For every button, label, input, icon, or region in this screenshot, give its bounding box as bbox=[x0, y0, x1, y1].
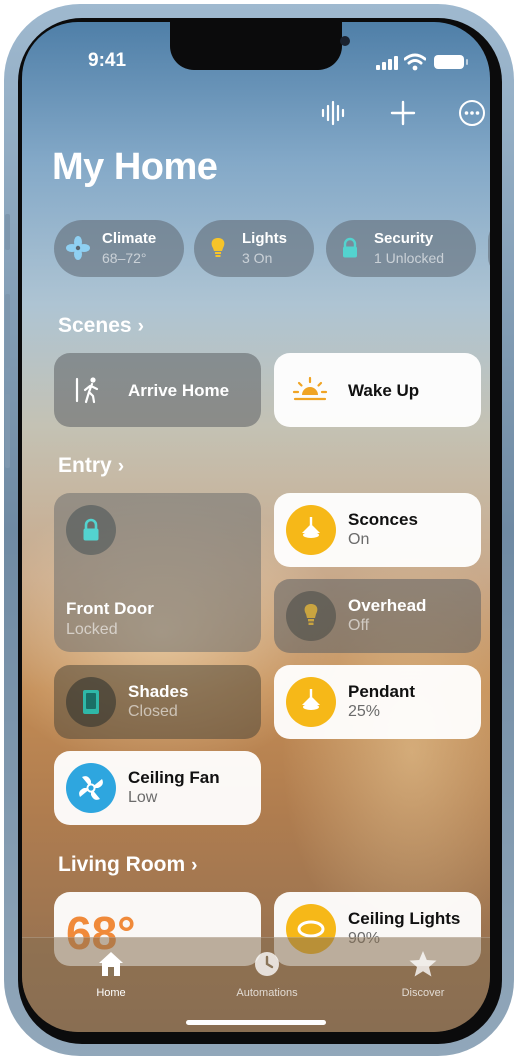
battery-icon bbox=[434, 55, 468, 69]
chevron-right-icon: › bbox=[191, 855, 198, 876]
lightbulb-icon bbox=[211, 238, 225, 257]
house-icon bbox=[99, 952, 123, 976]
scene-wake-up[interactable]: Wake Up bbox=[274, 353, 481, 427]
page-title: My Home bbox=[52, 146, 218, 188]
overhead-name: Overhead bbox=[348, 596, 427, 615]
chevron-right-icon: › bbox=[137, 316, 144, 337]
pill-lights[interactable]: Lights 3 On bbox=[194, 220, 314, 277]
ceiling-fan-status: Low bbox=[128, 789, 158, 806]
shades-icon-circle bbox=[66, 677, 116, 727]
accessory-front-door[interactable]: Front Door Locked bbox=[54, 493, 261, 652]
pendant-light-icon bbox=[302, 689, 320, 710]
fan-icon bbox=[79, 776, 103, 800]
ceiling-lights-name: Ceiling Lights bbox=[348, 909, 461, 928]
voice-intercom-icon[interactable] bbox=[317, 96, 351, 130]
notch bbox=[170, 22, 350, 70]
pendant-status: 25% bbox=[348, 703, 381, 720]
silent-switch bbox=[5, 214, 10, 250]
front-door-status: Locked bbox=[66, 621, 118, 638]
lock-icon bbox=[343, 237, 357, 258]
wifi-icon bbox=[404, 53, 426, 71]
pill-security-label: Security bbox=[374, 230, 434, 247]
tab-automations-label: Automations bbox=[236, 987, 298, 999]
ceiling-fan-name: Ceiling Fan bbox=[128, 768, 220, 787]
tab-automations[interactable]: Automations bbox=[212, 950, 322, 999]
sconces-name: Sconces bbox=[348, 510, 418, 529]
pill-lights-value: 3 On bbox=[242, 250, 273, 266]
walking-person-icon bbox=[75, 377, 99, 404]
pendant-icon-circle bbox=[286, 677, 336, 727]
home-indicator[interactable] bbox=[186, 1020, 326, 1025]
overhead-status: Off bbox=[348, 617, 370, 634]
pill-climate-label: Climate bbox=[102, 230, 157, 247]
shades-name: Shades bbox=[128, 682, 189, 701]
volume-down-button bbox=[5, 394, 10, 468]
tab-discover[interactable]: Discover bbox=[368, 950, 478, 999]
sconce-light-icon bbox=[302, 517, 320, 538]
screen: 9:41 My Home Climate 68–72° Lights 3 On … bbox=[22, 22, 490, 1032]
pendant-name: Pendant bbox=[348, 682, 416, 701]
pill-lights-label: Lights bbox=[242, 230, 287, 247]
ceiling-fan-icon-circle bbox=[66, 763, 116, 813]
pill-security[interactable]: Security 1 Unlocked bbox=[326, 220, 476, 277]
accessory-overhead[interactable]: Overhead Off bbox=[274, 579, 481, 653]
chevron-right-icon: › bbox=[117, 456, 125, 477]
pill-partial[interactable] bbox=[488, 220, 490, 277]
tab-home-label: Home bbox=[96, 987, 126, 999]
scene-wake-up-label: Wake Up bbox=[348, 381, 420, 400]
accessory-sconces[interactable]: Sconces On bbox=[274, 493, 481, 567]
add-icon[interactable] bbox=[386, 96, 420, 130]
shades-status: Closed bbox=[128, 703, 178, 720]
status-time: 9:41 bbox=[88, 50, 127, 71]
accessory-ceiling-fan[interactable]: Ceiling Fan Low bbox=[54, 751, 261, 825]
scene-arrive-home[interactable]: Arrive Home bbox=[54, 353, 261, 427]
window-shade-icon bbox=[83, 690, 99, 714]
pill-climate-value: 68–72° bbox=[102, 250, 147, 266]
tab-bar: Home Automations Discover bbox=[22, 937, 490, 1032]
front-camera bbox=[340, 36, 350, 46]
front-door-icon-circle bbox=[66, 505, 116, 555]
section-scenes-label: Scenes bbox=[58, 314, 132, 337]
sconces-icon-circle bbox=[286, 505, 336, 555]
section-entry[interactable]: Entry › bbox=[58, 454, 124, 478]
more-options-icon[interactable] bbox=[455, 96, 489, 130]
clock-icon bbox=[255, 952, 279, 976]
sconces-status: On bbox=[348, 531, 370, 548]
sunrise-icon bbox=[292, 376, 328, 401]
volume-up-button bbox=[5, 294, 10, 368]
pill-security-value: 1 Unlocked bbox=[374, 250, 445, 266]
section-scenes[interactable]: Scenes › bbox=[58, 314, 144, 338]
tab-home[interactable]: Home bbox=[56, 950, 166, 999]
pill-climate[interactable]: Climate 68–72° bbox=[54, 220, 184, 277]
section-living-room-label: Living Room bbox=[58, 853, 186, 876]
section-living-room[interactable]: Living Room › bbox=[58, 853, 198, 877]
accessory-shades[interactable]: Shades Closed bbox=[54, 665, 261, 739]
lock-icon bbox=[83, 518, 99, 541]
overhead-icon-circle bbox=[286, 591, 336, 641]
fan-icon bbox=[66, 236, 90, 260]
cellular-signal-icon bbox=[376, 56, 398, 70]
front-door-name: Front Door bbox=[66, 599, 154, 618]
tab-discover-label: Discover bbox=[401, 987, 445, 999]
star-icon bbox=[409, 951, 437, 977]
lightbulb-icon bbox=[304, 604, 318, 625]
scene-arrive-home-label: Arrive Home bbox=[128, 381, 230, 400]
accessory-pendant[interactable]: Pendant 25% bbox=[274, 665, 481, 739]
section-entry-label: Entry bbox=[58, 454, 112, 477]
